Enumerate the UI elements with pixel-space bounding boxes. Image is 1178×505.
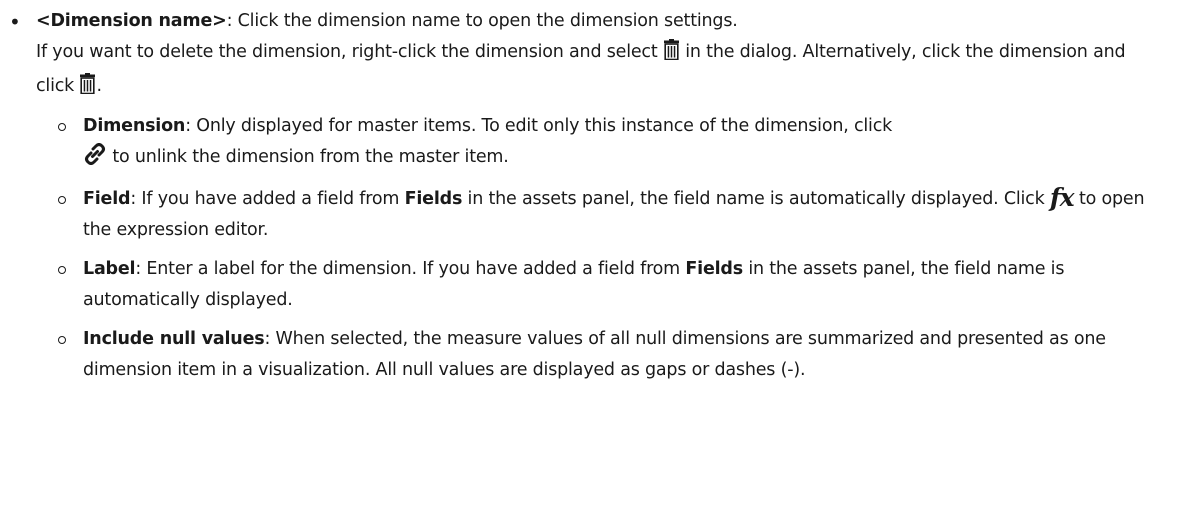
- label-text-a: : Enter a label for the dimension. If yo…: [135, 259, 686, 279]
- sub-list: Dimension: Only displayed for master ite…: [36, 111, 1166, 386]
- term-dimension: Dimension: [83, 116, 186, 136]
- item-delete-instructions: If you want to delete the dimension, rig…: [36, 37, 1166, 105]
- list-item-field: Field: If you have added a field from Fi…: [36, 184, 1166, 246]
- unlink-icon: [83, 143, 107, 176]
- circle-bullet: [58, 336, 66, 344]
- fields-term: Fields: [404, 189, 463, 209]
- item-first-line: <Dimension name>: Click the dimension na…: [36, 6, 1166, 37]
- list-item-include-null-values: Include null values: When selected, the …: [36, 324, 1166, 386]
- trash-icon: [663, 39, 680, 71]
- bullet: •: [9, 10, 21, 34]
- field-text-b: in the assets panel, the field name is a…: [462, 189, 1050, 209]
- dimension-text-b: to unlink the dimension from the master …: [112, 147, 509, 167]
- list-item-dimension-name: <Dimension name>: Click the dimension na…: [36, 6, 1166, 394]
- fx-icon: fx: [1049, 183, 1075, 212]
- trash-icon: [79, 73, 96, 105]
- term-label: Label: [83, 259, 136, 279]
- list-item-label: Label: Enter a label for the dimension. …: [36, 254, 1166, 316]
- circle-bullet: [58, 196, 66, 204]
- delete-text-c: .: [96, 76, 102, 96]
- field-text-a: : If you have added a field from: [130, 189, 405, 209]
- term-field: Field: [83, 189, 131, 209]
- dimension-text-a: : Only displayed for master items. To ed…: [185, 116, 893, 136]
- term-include-null-values: Include null values: [83, 329, 265, 349]
- delete-text-a: If you want to delete the dimension, rig…: [36, 42, 663, 62]
- item-desc: : Click the dimension name to open the d…: [226, 11, 738, 31]
- circle-bullet: [58, 123, 66, 131]
- document-body: • <Dimension name>: Click the dimension …: [0, 0, 1178, 505]
- circle-bullet: [58, 266, 66, 274]
- list-item-dimension: Dimension: Only displayed for master ite…: [36, 111, 1166, 176]
- term-dimension-name: <Dimension name>: [36, 11, 227, 31]
- fields-term: Fields: [685, 259, 743, 279]
